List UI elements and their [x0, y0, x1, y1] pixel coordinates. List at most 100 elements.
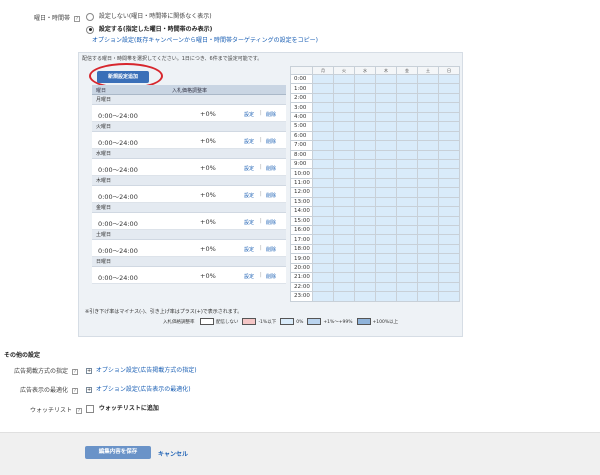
- grid-cell[interactable]: [312, 158, 334, 170]
- grid-cell[interactable]: [438, 130, 460, 142]
- grid-cell[interactable]: [312, 168, 334, 179]
- grid-cell[interactable]: [396, 243, 418, 255]
- grid-cell[interactable]: [438, 272, 460, 283]
- grid-cell[interactable]: [354, 121, 376, 132]
- grid-cell[interactable]: [438, 73, 460, 85]
- grid-cell[interactable]: [417, 196, 439, 208]
- grid-cell[interactable]: [312, 177, 334, 189]
- grid-cell[interactable]: [312, 291, 334, 302]
- delete-link[interactable]: 削除: [266, 246, 276, 253]
- grid-cell[interactable]: [312, 281, 334, 293]
- new-setting-button[interactable]: 新規設定追加: [97, 71, 149, 83]
- grid-cell[interactable]: [438, 168, 460, 179]
- grid-cell[interactable]: [354, 92, 376, 104]
- grid-cell[interactable]: [396, 73, 418, 85]
- grid-cell[interactable]: [333, 234, 355, 245]
- help-icon[interactable]: ?: [71, 368, 78, 375]
- grid-cell[interactable]: [375, 168, 397, 179]
- grid-cell[interactable]: [312, 272, 334, 283]
- grid-cell[interactable]: [417, 83, 439, 94]
- grid-cell[interactable]: [333, 215, 355, 227]
- grid-cell[interactable]: [417, 168, 439, 179]
- grid-cell[interactable]: [312, 243, 334, 255]
- grid-cell[interactable]: [417, 206, 439, 217]
- grid-cell[interactable]: [312, 206, 334, 217]
- grid-cell[interactable]: [333, 121, 355, 132]
- edit-link[interactable]: 設定: [244, 111, 254, 118]
- grid-cell[interactable]: [438, 281, 460, 293]
- grid-cell[interactable]: [312, 224, 334, 236]
- grid-cell[interactable]: [354, 177, 376, 189]
- grid-cell[interactable]: [417, 281, 439, 293]
- delete-link[interactable]: 削除: [266, 165, 276, 172]
- grid-cell[interactable]: [312, 111, 334, 123]
- grid-cell[interactable]: [396, 149, 418, 160]
- grid-cell[interactable]: [354, 196, 376, 208]
- grid-cell[interactable]: [396, 83, 418, 94]
- grid-cell[interactable]: [417, 149, 439, 160]
- grid-cell[interactable]: [354, 281, 376, 293]
- grid-cell[interactable]: [375, 111, 397, 123]
- grid-cell[interactable]: [375, 73, 397, 85]
- grid-cell[interactable]: [375, 196, 397, 208]
- grid-cell[interactable]: [312, 130, 334, 142]
- grid-cell[interactable]: [396, 158, 418, 170]
- grid-cell[interactable]: [354, 272, 376, 283]
- grid-cell[interactable]: [417, 111, 439, 123]
- grid-cell[interactable]: [375, 234, 397, 245]
- expand-icon[interactable]: +: [86, 386, 92, 393]
- grid-cell[interactable]: [438, 206, 460, 217]
- grid-cell[interactable]: [375, 140, 397, 151]
- save-button[interactable]: 編集内容を保存: [85, 446, 151, 459]
- grid-cell[interactable]: [375, 121, 397, 132]
- grid-cell[interactable]: [438, 102, 460, 113]
- grid-cell[interactable]: [375, 215, 397, 227]
- ad-optimize-link[interactable]: オプション設定(広告表示の最適化): [96, 386, 191, 393]
- grid-cell[interactable]: [396, 102, 418, 113]
- grid-cell[interactable]: [354, 262, 376, 274]
- grid-cell[interactable]: [354, 140, 376, 151]
- grid-cell[interactable]: [375, 281, 397, 293]
- expand-icon[interactable]: +: [86, 367, 92, 374]
- grid-cell[interactable]: [438, 234, 460, 245]
- grid-cell[interactable]: [375, 187, 397, 198]
- grid-cell[interactable]: [396, 140, 418, 151]
- grid-cell[interactable]: [312, 149, 334, 160]
- grid-cell[interactable]: [354, 206, 376, 217]
- grid-cell[interactable]: [312, 234, 334, 245]
- grid-cell[interactable]: [354, 111, 376, 123]
- grid-cell[interactable]: [333, 168, 355, 179]
- grid-cell[interactable]: [354, 234, 376, 245]
- grid-cell[interactable]: [396, 92, 418, 104]
- grid-cell[interactable]: [333, 102, 355, 113]
- grid-cell[interactable]: [396, 224, 418, 236]
- grid-cell[interactable]: [396, 234, 418, 245]
- grid-cell[interactable]: [417, 121, 439, 132]
- grid-cell[interactable]: [396, 177, 418, 189]
- radio-set[interactable]: [86, 25, 94, 34]
- grid-cell[interactable]: [438, 262, 460, 274]
- grid-cell[interactable]: [417, 291, 439, 302]
- radio-unset-option[interactable]: 設定しない(曜日・時間帯に関係なく表示): [86, 11, 212, 21]
- grid-cell[interactable]: [438, 243, 460, 255]
- grid-cell[interactable]: [312, 196, 334, 208]
- grid-cell[interactable]: [417, 158, 439, 170]
- grid-cell[interactable]: [417, 243, 439, 255]
- grid-cell[interactable]: [333, 291, 355, 302]
- grid-cell[interactable]: [354, 83, 376, 94]
- grid-cell[interactable]: [396, 291, 418, 302]
- grid-cell[interactable]: [312, 253, 334, 264]
- grid-cell[interactable]: [375, 83, 397, 94]
- ad-delivery-link[interactable]: オプション設定(広告掲載方式の指定): [96, 367, 197, 374]
- grid-cell[interactable]: [438, 111, 460, 123]
- grid-cell[interactable]: [354, 224, 376, 236]
- grid-cell[interactable]: [375, 206, 397, 217]
- grid-cell[interactable]: [417, 224, 439, 236]
- delete-link[interactable]: 削除: [266, 219, 276, 226]
- grid-cell[interactable]: [417, 234, 439, 245]
- grid-cell[interactable]: [312, 215, 334, 227]
- grid-cell[interactable]: [396, 121, 418, 132]
- grid-cell[interactable]: [312, 83, 334, 94]
- help-icon[interactable]: ?: [73, 15, 80, 22]
- edit-link[interactable]: 設定: [244, 192, 254, 199]
